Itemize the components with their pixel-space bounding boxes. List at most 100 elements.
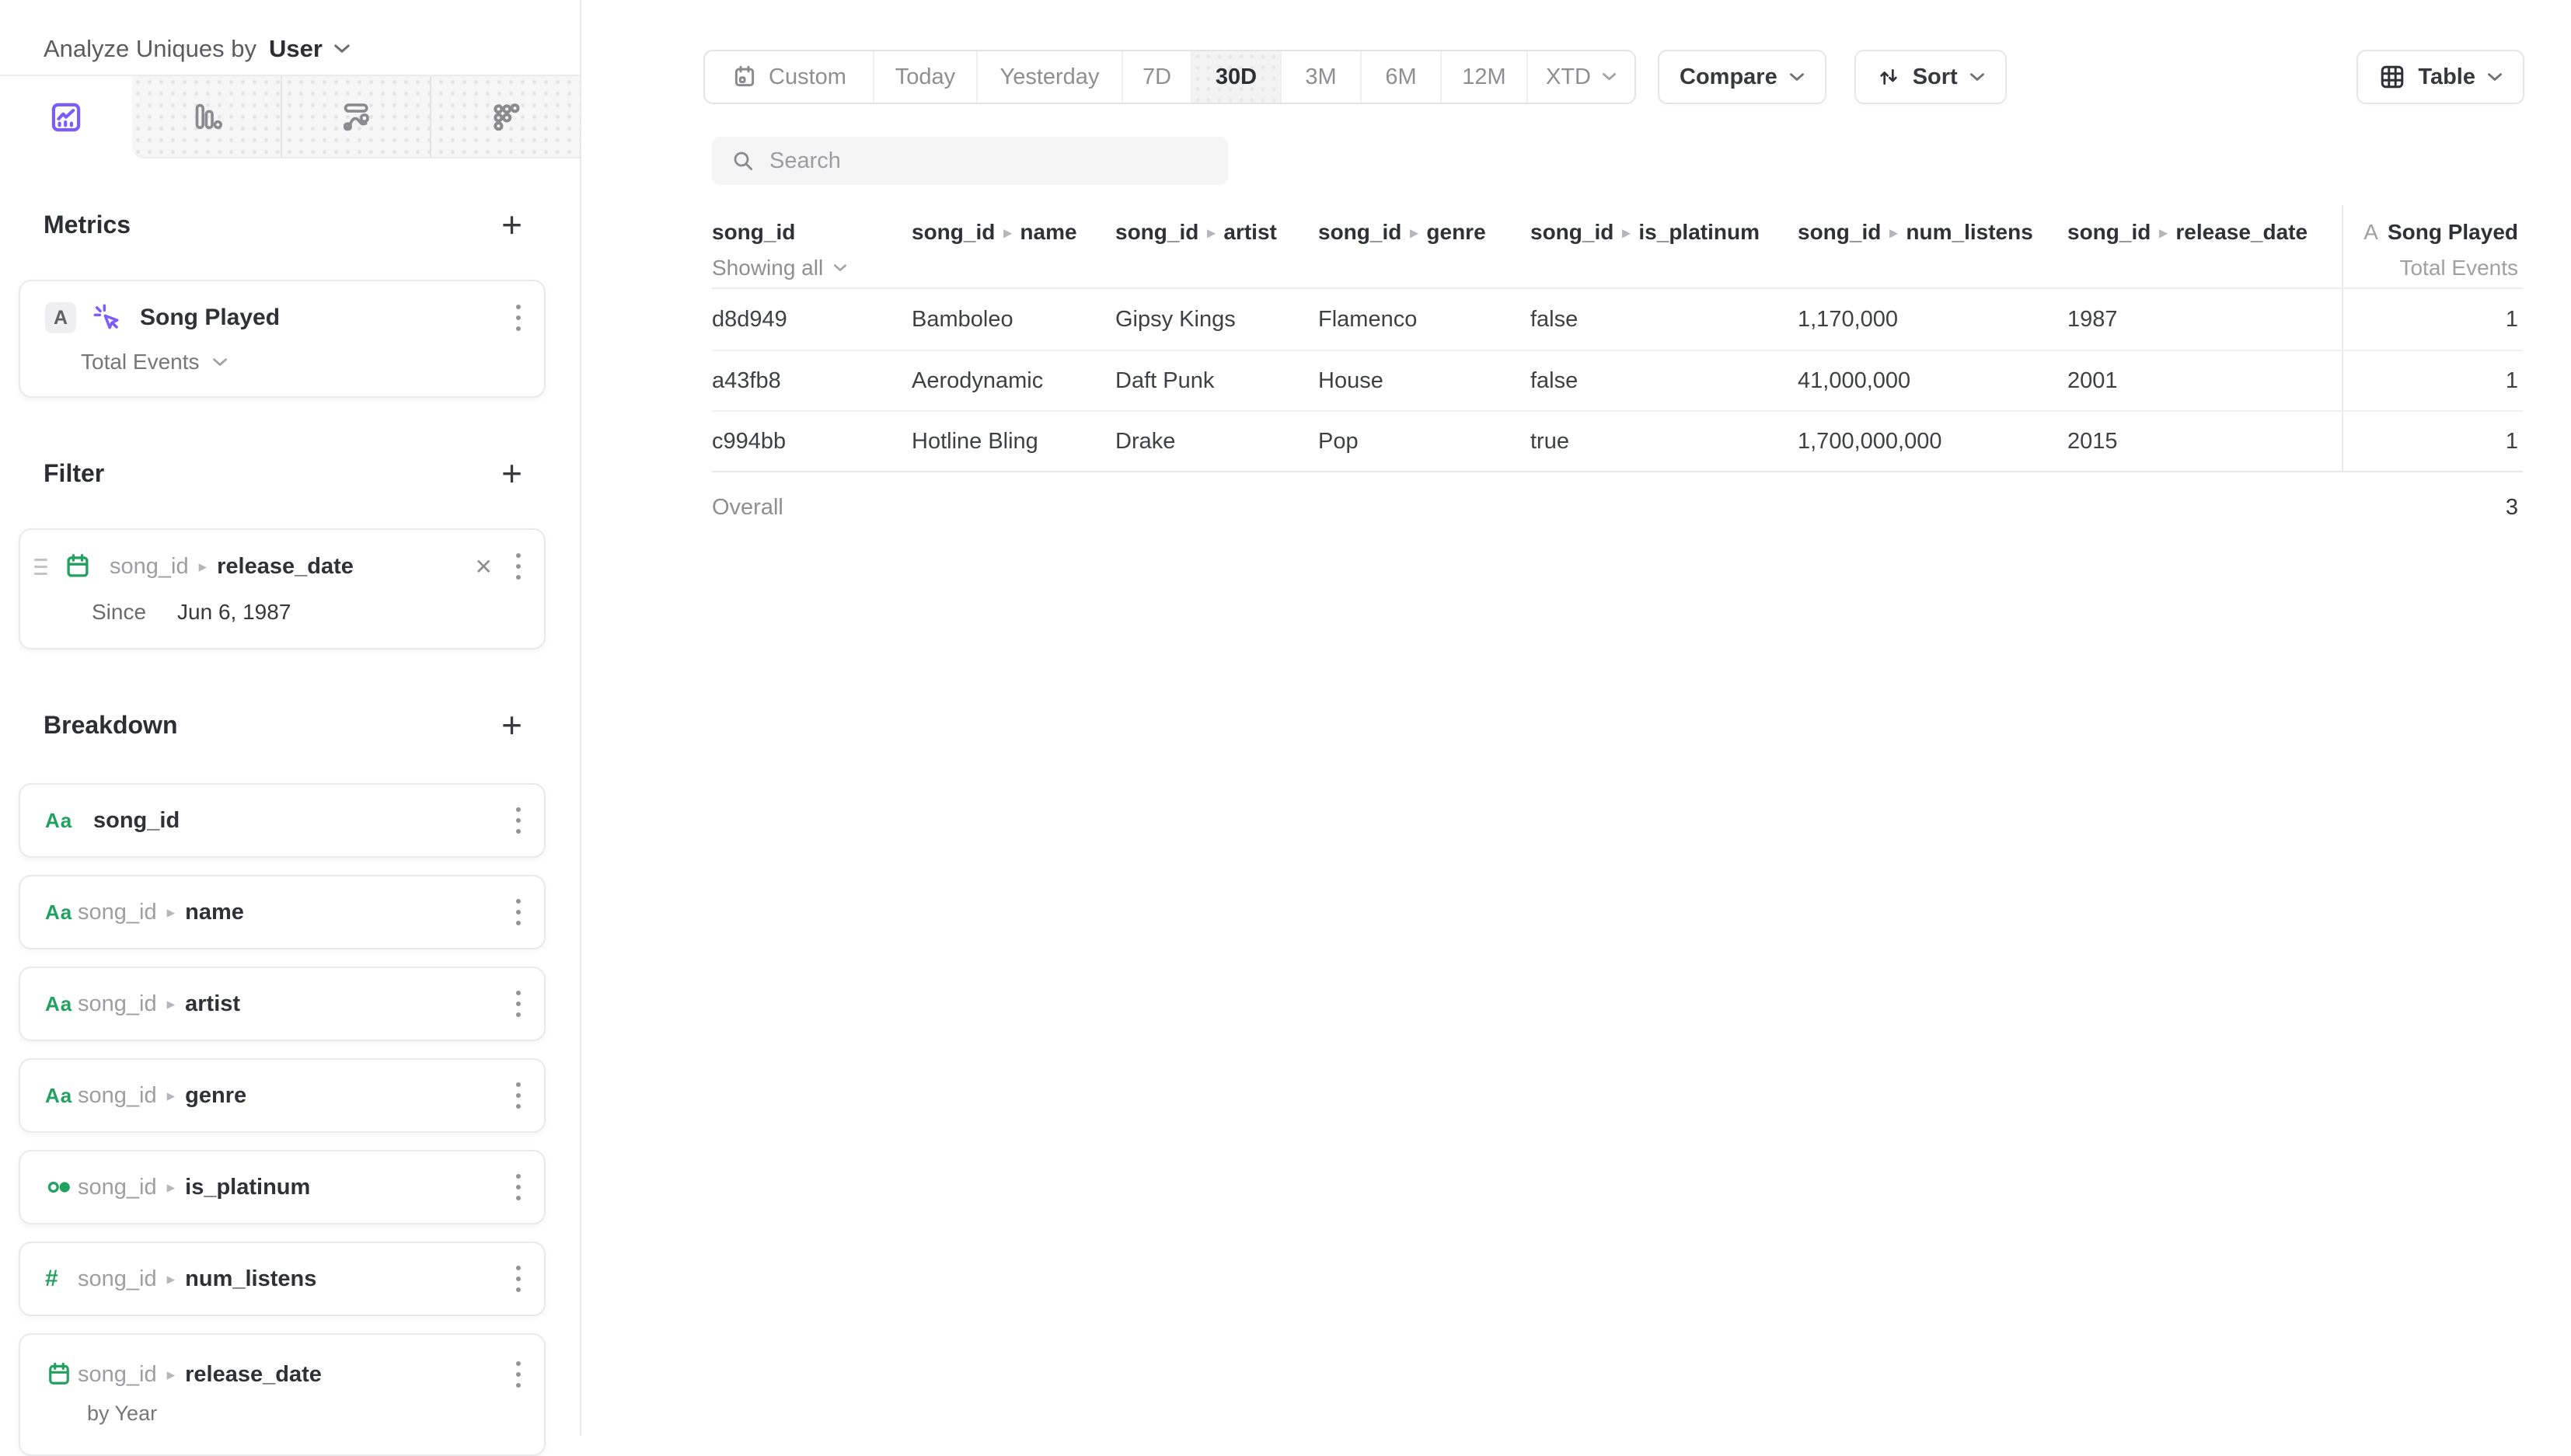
breakdown-options-menu[interactable] (513, 1358, 524, 1391)
overall-label: Overall (712, 472, 912, 542)
column-header-artist[interactable]: song_id▸artist (1115, 220, 1277, 245)
property-arrow-icon: ▸ (1207, 223, 1215, 242)
breakdown-options-menu[interactable] (513, 1263, 524, 1295)
cell-is-platinum: false (1530, 351, 1798, 410)
breakdown-card[interactable]: song_id ▸ is_platinum (19, 1150, 546, 1224)
chevron-down-icon (333, 44, 351, 54)
chevron-down-icon (1969, 72, 1985, 82)
add-metric-button[interactable]: + (501, 207, 522, 242)
date-range-30d[interactable]: 30D (1191, 51, 1280, 103)
breakdown-card[interactable]: Aa song_id (19, 783, 546, 858)
cell-release-date: 2001 (2067, 351, 2342, 410)
table-grid-icon (2378, 63, 2406, 91)
string-type-icon: Aa (45, 1084, 76, 1108)
breakdown-options-menu[interactable] (513, 988, 524, 1020)
bar-chart-icon (188, 99, 224, 134)
tab-retention[interactable] (430, 76, 580, 157)
cell-release-date: 2015 (2067, 412, 2342, 471)
metrics-title: Metrics (44, 211, 131, 239)
filter-card[interactable]: song_id ▸ release_date ✕ Since Jun 6, 19… (19, 528, 546, 650)
analyze-label: Analyze Uniques by (44, 35, 256, 63)
compare-button[interactable]: Compare (1658, 50, 1826, 104)
table-row[interactable]: a43fb8 Aerodynamic Daft Punk House false… (712, 350, 2523, 410)
breakdown-options-menu[interactable] (513, 804, 524, 837)
breakdown-options-menu[interactable] (513, 1079, 524, 1112)
drag-handle-icon[interactable] (34, 559, 47, 575)
property-arrow-icon: ▸ (167, 1365, 176, 1385)
cell-is-platinum: true (1530, 412, 1798, 471)
view-type-button[interactable]: Table (2356, 50, 2524, 104)
breakdown-options-menu[interactable] (513, 1171, 524, 1203)
date-range-xtd[interactable]: XTD (1526, 51, 1634, 103)
breakdown-options-menu[interactable] (513, 896, 524, 928)
column-header-name[interactable]: song_id▸name (912, 220, 1077, 245)
metric-options-menu[interactable] (513, 301, 524, 334)
inactive-tab-group (132, 76, 580, 158)
column-header-genre[interactable]: song_id▸genre (1318, 220, 1486, 245)
number-type-icon: # (45, 1266, 76, 1292)
property-arrow-icon: ▸ (199, 557, 208, 576)
column-header-song-id[interactable]: song_id (712, 220, 795, 245)
date-range-12m[interactable]: 12M (1440, 51, 1526, 103)
filter-section: Filter + song_id ▸ release_date ✕ (19, 455, 546, 650)
date-range-custom[interactable]: Custom (705, 51, 873, 103)
cell-name: Bamboleo (912, 289, 1115, 350)
property-arrow-icon: ▸ (1622, 223, 1630, 242)
add-filter-button[interactable]: + (501, 455, 522, 491)
breakdown-bucket-dropdown[interactable]: by Year (87, 1402, 157, 1426)
remove-filter-button[interactable]: ✕ (475, 554, 493, 580)
property-arrow-icon: ▸ (167, 994, 176, 1014)
breakdown-card[interactable]: Aa song_id ▸ genre (19, 1058, 546, 1133)
showing-all-dropdown[interactable]: Showing all (712, 256, 847, 280)
breakdown-card[interactable]: # song_id ▸ num_listens (19, 1242, 546, 1316)
cell-name: Hotline Bling (912, 412, 1115, 471)
tab-insights[interactable] (0, 76, 132, 158)
property-arrow-icon: ▸ (167, 1270, 176, 1289)
filter-value[interactable]: Jun 6, 1987 (177, 600, 291, 625)
analyze-entity-dropdown[interactable]: User (269, 35, 351, 63)
property-arrow-icon: ▸ (1889, 223, 1897, 242)
filter-operator-dropdown[interactable]: Since (92, 600, 146, 625)
chevron-down-icon (2487, 72, 2503, 82)
column-header-num-listens[interactable]: song_id▸num_listens (1798, 220, 2033, 245)
retention-dots-icon (488, 99, 524, 134)
breakdown-card[interactable]: Aa song_id ▸ name (19, 875, 546, 949)
sort-button[interactable]: Sort (1854, 50, 2007, 104)
tab-flows[interactable] (281, 76, 431, 157)
metric-aggregation-label: Total Events (2399, 256, 2518, 280)
date-range-yesterday[interactable]: Yesterday (976, 51, 1122, 103)
breakdown-property: genre (185, 1083, 246, 1109)
cell-genre: Pop (1318, 412, 1530, 471)
report-toolbar: Custom Today Yesterday 7D 30D 3M 6M 12M … (703, 50, 2524, 104)
breakdown-card[interactable]: Aa song_id ▸ artist (19, 967, 546, 1041)
date-range-today[interactable]: Today (873, 51, 976, 103)
table-row[interactable]: d8d949 Bamboleo Gipsy Kings Flamenco fal… (712, 289, 2523, 350)
date-range-6m[interactable]: 6M (1360, 51, 1440, 103)
cell-name: Aerodynamic (912, 351, 1115, 410)
report-content: Custom Today Yesterday 7D 30D 3M 6M 12M … (581, 0, 2571, 1436)
column-header-metric[interactable]: A Song Played (2342, 205, 2523, 249)
results-table: song_id song_id▸name song_id▸artist song… (712, 205, 2523, 542)
table-header: song_id song_id▸name song_id▸artist song… (712, 205, 2523, 289)
tab-bar-chart[interactable] (132, 76, 281, 157)
date-range-3m[interactable]: 3M (1280, 51, 1360, 103)
overall-value: 3 (2342, 472, 2523, 542)
aggregation-dropdown[interactable]: Total Events (20, 334, 228, 396)
chevron-down-icon (212, 357, 228, 367)
column-header-is-platinum[interactable]: song_id▸is_platinum (1530, 220, 1760, 245)
filter-options-menu[interactable] (513, 550, 524, 583)
breakdown-card[interactable]: song_id ▸ release_date by Year (19, 1333, 546, 1456)
add-breakdown-button[interactable]: + (501, 707, 522, 743)
chevron-down-icon (1789, 72, 1805, 82)
table-row[interactable]: c994bb Hotline Bling Drake Pop true 1,70… (712, 410, 2523, 471)
filter-title: Filter (44, 459, 104, 488)
search-input[interactable] (769, 148, 1209, 174)
cell-is-platinum: false (1530, 289, 1798, 350)
string-type-icon: Aa (45, 992, 76, 1016)
table-search (712, 137, 1228, 185)
metric-card[interactable]: A Song Played Total Events (19, 280, 546, 398)
search-icon (731, 148, 755, 173)
metric-letter-badge: A (45, 302, 76, 333)
column-header-release-date[interactable]: song_id▸release_date (2067, 220, 2308, 245)
date-range-7d[interactable]: 7D (1122, 51, 1191, 103)
